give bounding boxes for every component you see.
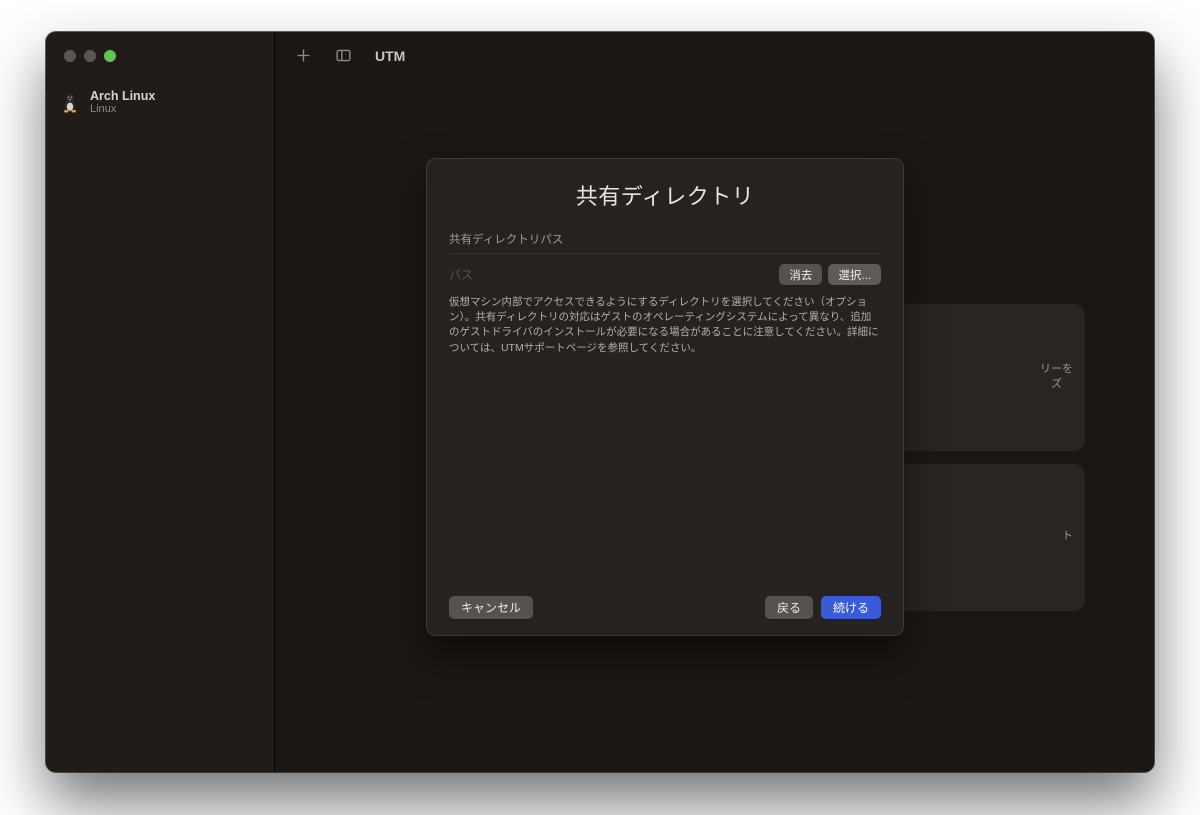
sidebar: Arch Linux Linux xyxy=(46,32,275,772)
shared-directory-dialog: 共有ディレクトリ 共有ディレクトリパス パス 消去 選択... 仮想マシン内部で… xyxy=(426,158,904,636)
dialog-section-label: 共有ディレクトリパス xyxy=(449,231,881,247)
back-button[interactable]: 戻る xyxy=(765,596,813,619)
dialog-footer: キャンセル 戻る 続ける xyxy=(449,596,881,619)
app-window: Arch Linux Linux UTM リーを ズ xyxy=(46,32,1154,772)
main-area: UTM リーを ズ ト 共有ディレクトリ 共有ディレクトリパス パス 消去 選択… xyxy=(275,32,1154,772)
continue-button[interactable]: 続ける xyxy=(821,596,881,619)
bg-card-text: リーを xyxy=(1040,362,1073,377)
window-controls xyxy=(46,32,274,79)
cancel-button[interactable]: キャンセル xyxy=(449,596,533,619)
choose-button[interactable]: 選択... xyxy=(828,264,881,285)
window-close-button[interactable] xyxy=(64,50,76,62)
sidebar-item-vm[interactable]: Arch Linux Linux xyxy=(46,79,274,116)
dialog-description: 仮想マシン内部でアクセスできるようにするディレクトリを選択してください（オプショ… xyxy=(449,295,881,356)
vm-name: Arch Linux xyxy=(90,89,155,103)
window-minimize-button[interactable] xyxy=(84,50,96,62)
toolbar: UTM xyxy=(275,32,1154,79)
bg-card-text: ト xyxy=(1062,529,1073,544)
linux-tux-icon xyxy=(60,91,80,115)
window-fullscreen-button[interactable] xyxy=(104,50,116,62)
vm-os: Linux xyxy=(90,103,155,116)
bg-card-text: ズ xyxy=(1040,377,1073,392)
app-title: UTM xyxy=(375,48,405,64)
sidebar-toggle-icon[interactable] xyxy=(333,46,353,66)
path-row: パス 消去 選択... xyxy=(449,264,881,285)
divider xyxy=(449,253,881,254)
dialog-title: 共有ディレクトリ xyxy=(449,179,881,211)
sidebar-item-texts: Arch Linux Linux xyxy=(90,89,155,116)
path-input[interactable]: パス xyxy=(449,266,773,284)
plus-icon[interactable] xyxy=(293,46,313,66)
clear-button[interactable]: 消去 xyxy=(779,264,822,285)
